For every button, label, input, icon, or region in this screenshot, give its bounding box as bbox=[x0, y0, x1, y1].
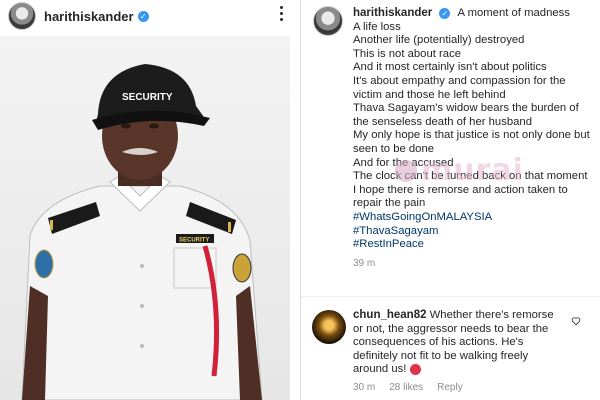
caption-line: And it most certainly isn't about politi… bbox=[353, 61, 547, 74]
caption-line: Thava Sagayam's widow bears the burden o… bbox=[353, 102, 579, 128]
caption-line: It's about empathy and compassion for th… bbox=[353, 74, 566, 101]
post-photo[interactable]: SECURITY SECURITY bbox=[0, 36, 290, 400]
caption-line: The clock can't be turned back on that m… bbox=[353, 170, 588, 183]
post-author-username[interactable]: harithiskander bbox=[353, 7, 432, 19]
comment-meta: 30 m 28 likes Reply bbox=[353, 382, 463, 393]
heart-icon[interactable] bbox=[571, 316, 581, 326]
more-options-icon[interactable] bbox=[280, 6, 284, 21]
commenter-avatar[interactable] bbox=[312, 310, 346, 344]
post-image-panel: harithiskander ✓ SECURITY SECURITY bbox=[0, 0, 300, 400]
comment-timestamp: 30 m bbox=[353, 382, 376, 393]
post-header: harithiskander ✓ bbox=[0, 0, 300, 32]
hashtag-link[interactable]: #WhatsGoingOnMALAYSIA bbox=[353, 211, 593, 225]
verified-badge-icon: ✓ bbox=[439, 7, 451, 19]
post-timestamp: 39 m bbox=[353, 257, 376, 269]
security-guard-photo: SECURITY SECURITY bbox=[21, 64, 263, 400]
username[interactable]: harithiskander bbox=[44, 9, 134, 24]
angry-emoji-icon bbox=[409, 363, 421, 375]
hashtag-link[interactable]: #RestInPeace bbox=[353, 238, 593, 252]
comment-likes[interactable]: 28 likes bbox=[389, 382, 423, 393]
caption-line: Another life (potentially) destroyed bbox=[353, 34, 525, 47]
caption-line: This is not about race bbox=[353, 47, 462, 60]
avatar[interactable] bbox=[8, 2, 36, 30]
post-caption: harithiskander ✓ A moment of madness A l… bbox=[353, 7, 593, 270]
caption-line: A life loss bbox=[353, 20, 401, 33]
caption-line: I hope there is remorse and action taken… bbox=[353, 183, 568, 210]
verified-badge-icon: ✓ bbox=[137, 10, 149, 22]
post-author-avatar[interactable] bbox=[313, 6, 343, 36]
reply-button[interactable]: Reply bbox=[437, 382, 463, 393]
badge-label: SECURITY bbox=[179, 238, 209, 244]
caption-line: And for the accused bbox=[353, 156, 454, 169]
caption-line: A moment of madness bbox=[457, 7, 570, 19]
commenter-username[interactable]: chun_hean82 bbox=[353, 309, 427, 321]
caption-line: My only hope is that justice is not only… bbox=[353, 129, 590, 155]
comment: chun_hean82 Whether there's remorse or n… bbox=[353, 309, 559, 377]
cap-label: SECURITY bbox=[122, 92, 173, 103]
comment-divider bbox=[301, 296, 600, 297]
hashtag-link[interactable]: #ThavaSagayam bbox=[353, 225, 593, 239]
